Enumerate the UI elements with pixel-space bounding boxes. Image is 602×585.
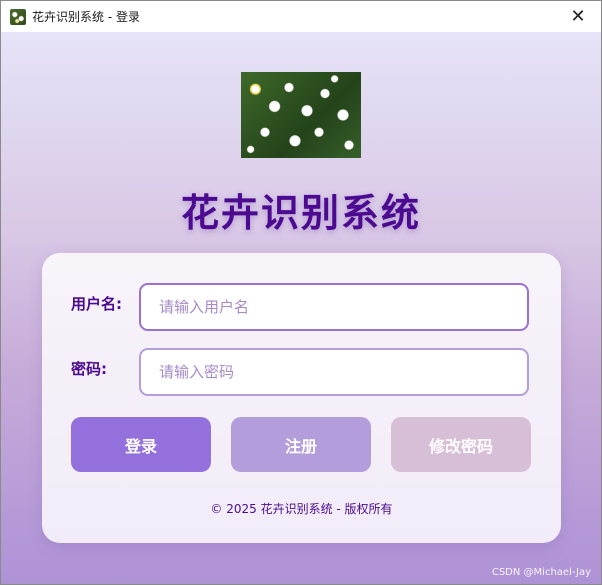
username-label: 用户名: (71, 295, 122, 313)
change-password-button[interactable]: 修改密码 (391, 417, 531, 472)
title-bar[interactable]: 花卉识别系统 - 登录 ✕ (1, 1, 601, 32)
login-window: 花卉识别系统 - 登录 ✕ 花卉识别系统 用户名: 密码: 登录 注册 修改密码… (0, 0, 602, 585)
username-input[interactable] (139, 283, 529, 331)
login-content: 花卉识别系统 用户名: 密码: 登录 注册 修改密码 © 2025 花卉识别系统… (1, 32, 601, 584)
password-input[interactable] (139, 348, 529, 396)
window-title: 花卉识别系统 - 登录 (32, 10, 140, 24)
password-label: 密码: (71, 360, 107, 378)
copyright-footer: © 2025 花卉识别系统 - 版权所有 (210, 502, 393, 516)
close-icon[interactable]: ✕ (555, 1, 601, 32)
flower-image (241, 72, 361, 158)
page-title: 花卉识别系统 (180, 191, 421, 235)
app-flower-icon (10, 8, 26, 25)
login-card: 用户名: 密码: 登录 注册 修改密码 © 2025 花卉识别系统 - 版权所有 (42, 253, 561, 543)
watermark-text: CSDN @Michael-Jay (491, 567, 591, 578)
register-button[interactable]: 注册 (231, 417, 371, 472)
login-button[interactable]: 登录 (71, 417, 211, 472)
